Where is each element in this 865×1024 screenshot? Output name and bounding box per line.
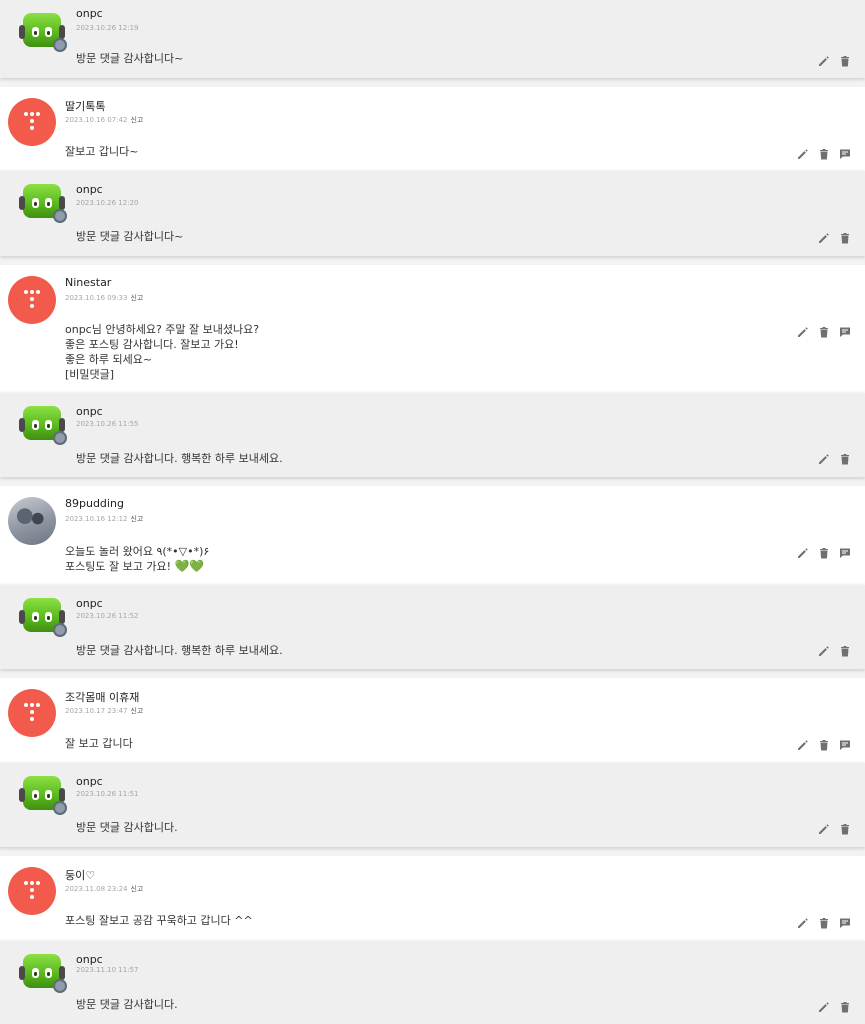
reply-block: onpc 2023.10.26 11:52 방문 댓글 감사합니다. 행복한 하…: [0, 585, 865, 669]
comment-text: 방문 댓글 감사합니다. 행복한 하루 보내세요.: [76, 644, 283, 657]
avatar[interactable]: [19, 951, 67, 995]
reply-icon[interactable]: [839, 148, 851, 160]
comment-text: onpc님 안녕하세요? 주말 잘 보내셨나요? 좋은 포스팅 감사합니다. 잘…: [65, 323, 260, 381]
action-icons: [818, 55, 851, 67]
author-name[interactable]: 조각몸매 이휴재: [65, 689, 139, 705]
report-link[interactable]: 신고: [130, 707, 143, 715]
pencil-icon[interactable]: [797, 547, 809, 559]
action-icons: [818, 823, 851, 835]
author-name[interactable]: 89pudding: [65, 497, 124, 510]
trash-icon[interactable]: [839, 55, 851, 67]
author-name[interactable]: onpc: [76, 597, 103, 610]
author-name[interactable]: Ninestar: [65, 276, 111, 289]
report-link[interactable]: 신고: [130, 294, 143, 302]
reply-icon[interactable]: [839, 739, 851, 751]
reply-block: onpc 2023.10.26 12:20 방문 댓글 감사합니다~: [0, 171, 865, 256]
comment-block: 딸기톡톡 2023.10.16 07:42 신고 잘보고 갑니다~: [0, 87, 865, 171]
comment-text: 잘 보고 갑니다: [65, 737, 133, 750]
timestamp: 2023.10.16 09:33 신고: [65, 294, 144, 302]
reply-block: onpc 2023.10.26 11:55 방문 댓글 감사합니다. 행복한 하…: [0, 393, 865, 477]
avatar[interactable]: [19, 403, 67, 447]
reply-icon[interactable]: [839, 547, 851, 559]
avatar[interactable]: [19, 181, 67, 225]
author-name[interactable]: onpc: [76, 7, 103, 20]
comment-text: 방문 댓글 감사합니다.: [76, 821, 178, 834]
comment-text: 오늘도 놀러 왔어요 ٩(*•▽•*)۶ 포스팅도 잘 보고 가요! 💚💚: [65, 545, 210, 573]
trash-icon[interactable]: [818, 917, 830, 929]
trash-icon[interactable]: [839, 1001, 851, 1013]
pencil-icon[interactable]: [818, 55, 830, 67]
timestamp: 2023.11.08 23:24 신고: [65, 885, 144, 893]
pencil-icon[interactable]: [797, 326, 809, 338]
comment-text: 방문 댓글 감사합니다~: [76, 230, 184, 243]
action-icons: [818, 1001, 851, 1013]
author-name[interactable]: onpc: [76, 953, 103, 966]
avatar[interactable]: [19, 10, 67, 54]
avatar[interactable]: [19, 595, 67, 639]
action-icons: [797, 326, 851, 338]
reply-block: onpc 2023.10.26 12:19 방문 댓글 감사합니다~: [0, 0, 865, 78]
trash-icon[interactable]: [818, 547, 830, 559]
action-icons: [818, 645, 851, 657]
author-name[interactable]: onpc: [76, 183, 103, 196]
comment-block: Ninestar 2023.10.16 09:33 신고 onpc님 안녕하세요?…: [0, 265, 865, 393]
trash-icon[interactable]: [839, 453, 851, 465]
author-name[interactable]: 딸기톡톡: [65, 98, 105, 114]
timestamp: 2023.10.26 12:19: [76, 24, 139, 32]
pencil-icon[interactable]: [818, 1001, 830, 1013]
timestamp: 2023.10.17 23:47 신고: [65, 707, 144, 715]
timestamp: 2023.11.10 11:57: [76, 966, 139, 974]
timestamp: 2023.10.26 11:51: [76, 790, 139, 798]
timestamp: 2023.10.16 12:12 신고: [65, 515, 144, 523]
avatar[interactable]: [8, 867, 56, 915]
avatar[interactable]: [8, 276, 56, 324]
action-icons: [797, 547, 851, 559]
avatar[interactable]: [8, 497, 56, 545]
pencil-icon[interactable]: [818, 453, 830, 465]
comment-text: 잘보고 갑니다~: [65, 145, 139, 158]
timestamp: 2023.10.26 12:20: [76, 199, 139, 207]
avatar[interactable]: [19, 773, 67, 817]
author-name[interactable]: 둥이♡: [65, 867, 95, 883]
reply-icon[interactable]: [839, 917, 851, 929]
pencil-icon[interactable]: [797, 148, 809, 160]
action-icons: [797, 917, 851, 929]
avatar[interactable]: [8, 689, 56, 737]
comment-text: 포스팅 잘보고 공감 꾸욱하고 갑니다 ^^: [65, 914, 253, 927]
action-icons: [818, 453, 851, 465]
trash-icon[interactable]: [818, 739, 830, 751]
action-icons: [797, 739, 851, 751]
pencil-icon[interactable]: [818, 823, 830, 835]
trash-icon[interactable]: [839, 823, 851, 835]
reply-block: onpc 2023.10.26 11:51 방문 댓글 감사합니다.: [0, 763, 865, 847]
comment-block: 89pudding 2023.10.16 12:12 신고 오늘도 놀러 왔어요 …: [0, 486, 865, 585]
action-icons: [818, 232, 851, 244]
comment-text: 방문 댓글 감사합니다~: [76, 52, 184, 65]
timestamp: 2023.10.26 11:55: [76, 420, 139, 428]
comment-text: 방문 댓글 감사합니다.: [76, 998, 178, 1011]
reply-block: onpc 2023.11.10 11:57 방문 댓글 감사합니다.: [0, 941, 865, 1024]
report-link[interactable]: 신고: [130, 116, 143, 124]
comment-block: 둥이♡ 2023.11.08 23:24 신고 포스팅 잘보고 공감 꾸욱하고 갑…: [0, 856, 865, 941]
report-link[interactable]: 신고: [130, 885, 143, 893]
pencil-icon[interactable]: [797, 739, 809, 751]
avatar[interactable]: [8, 98, 56, 146]
comment-text: 방문 댓글 감사합니다. 행복한 하루 보내세요.: [76, 452, 283, 465]
trash-icon[interactable]: [818, 148, 830, 160]
pencil-icon[interactable]: [818, 645, 830, 657]
heart-emoji: 💚💚: [174, 559, 205, 573]
author-name[interactable]: onpc: [76, 405, 103, 418]
report-link[interactable]: 신고: [130, 515, 143, 523]
action-icons: [797, 148, 851, 160]
author-name[interactable]: onpc: [76, 775, 103, 788]
trash-icon[interactable]: [839, 645, 851, 657]
timestamp: 2023.10.16 07:42 신고: [65, 116, 144, 124]
trash-icon[interactable]: [818, 326, 830, 338]
pencil-icon[interactable]: [797, 917, 809, 929]
timestamp: 2023.10.26 11:52: [76, 612, 139, 620]
reply-icon[interactable]: [839, 326, 851, 338]
comment-block: 조각몸매 이휴재 2023.10.17 23:47 신고 잘 보고 갑니다: [0, 678, 865, 763]
pencil-icon[interactable]: [818, 232, 830, 244]
trash-icon[interactable]: [839, 232, 851, 244]
